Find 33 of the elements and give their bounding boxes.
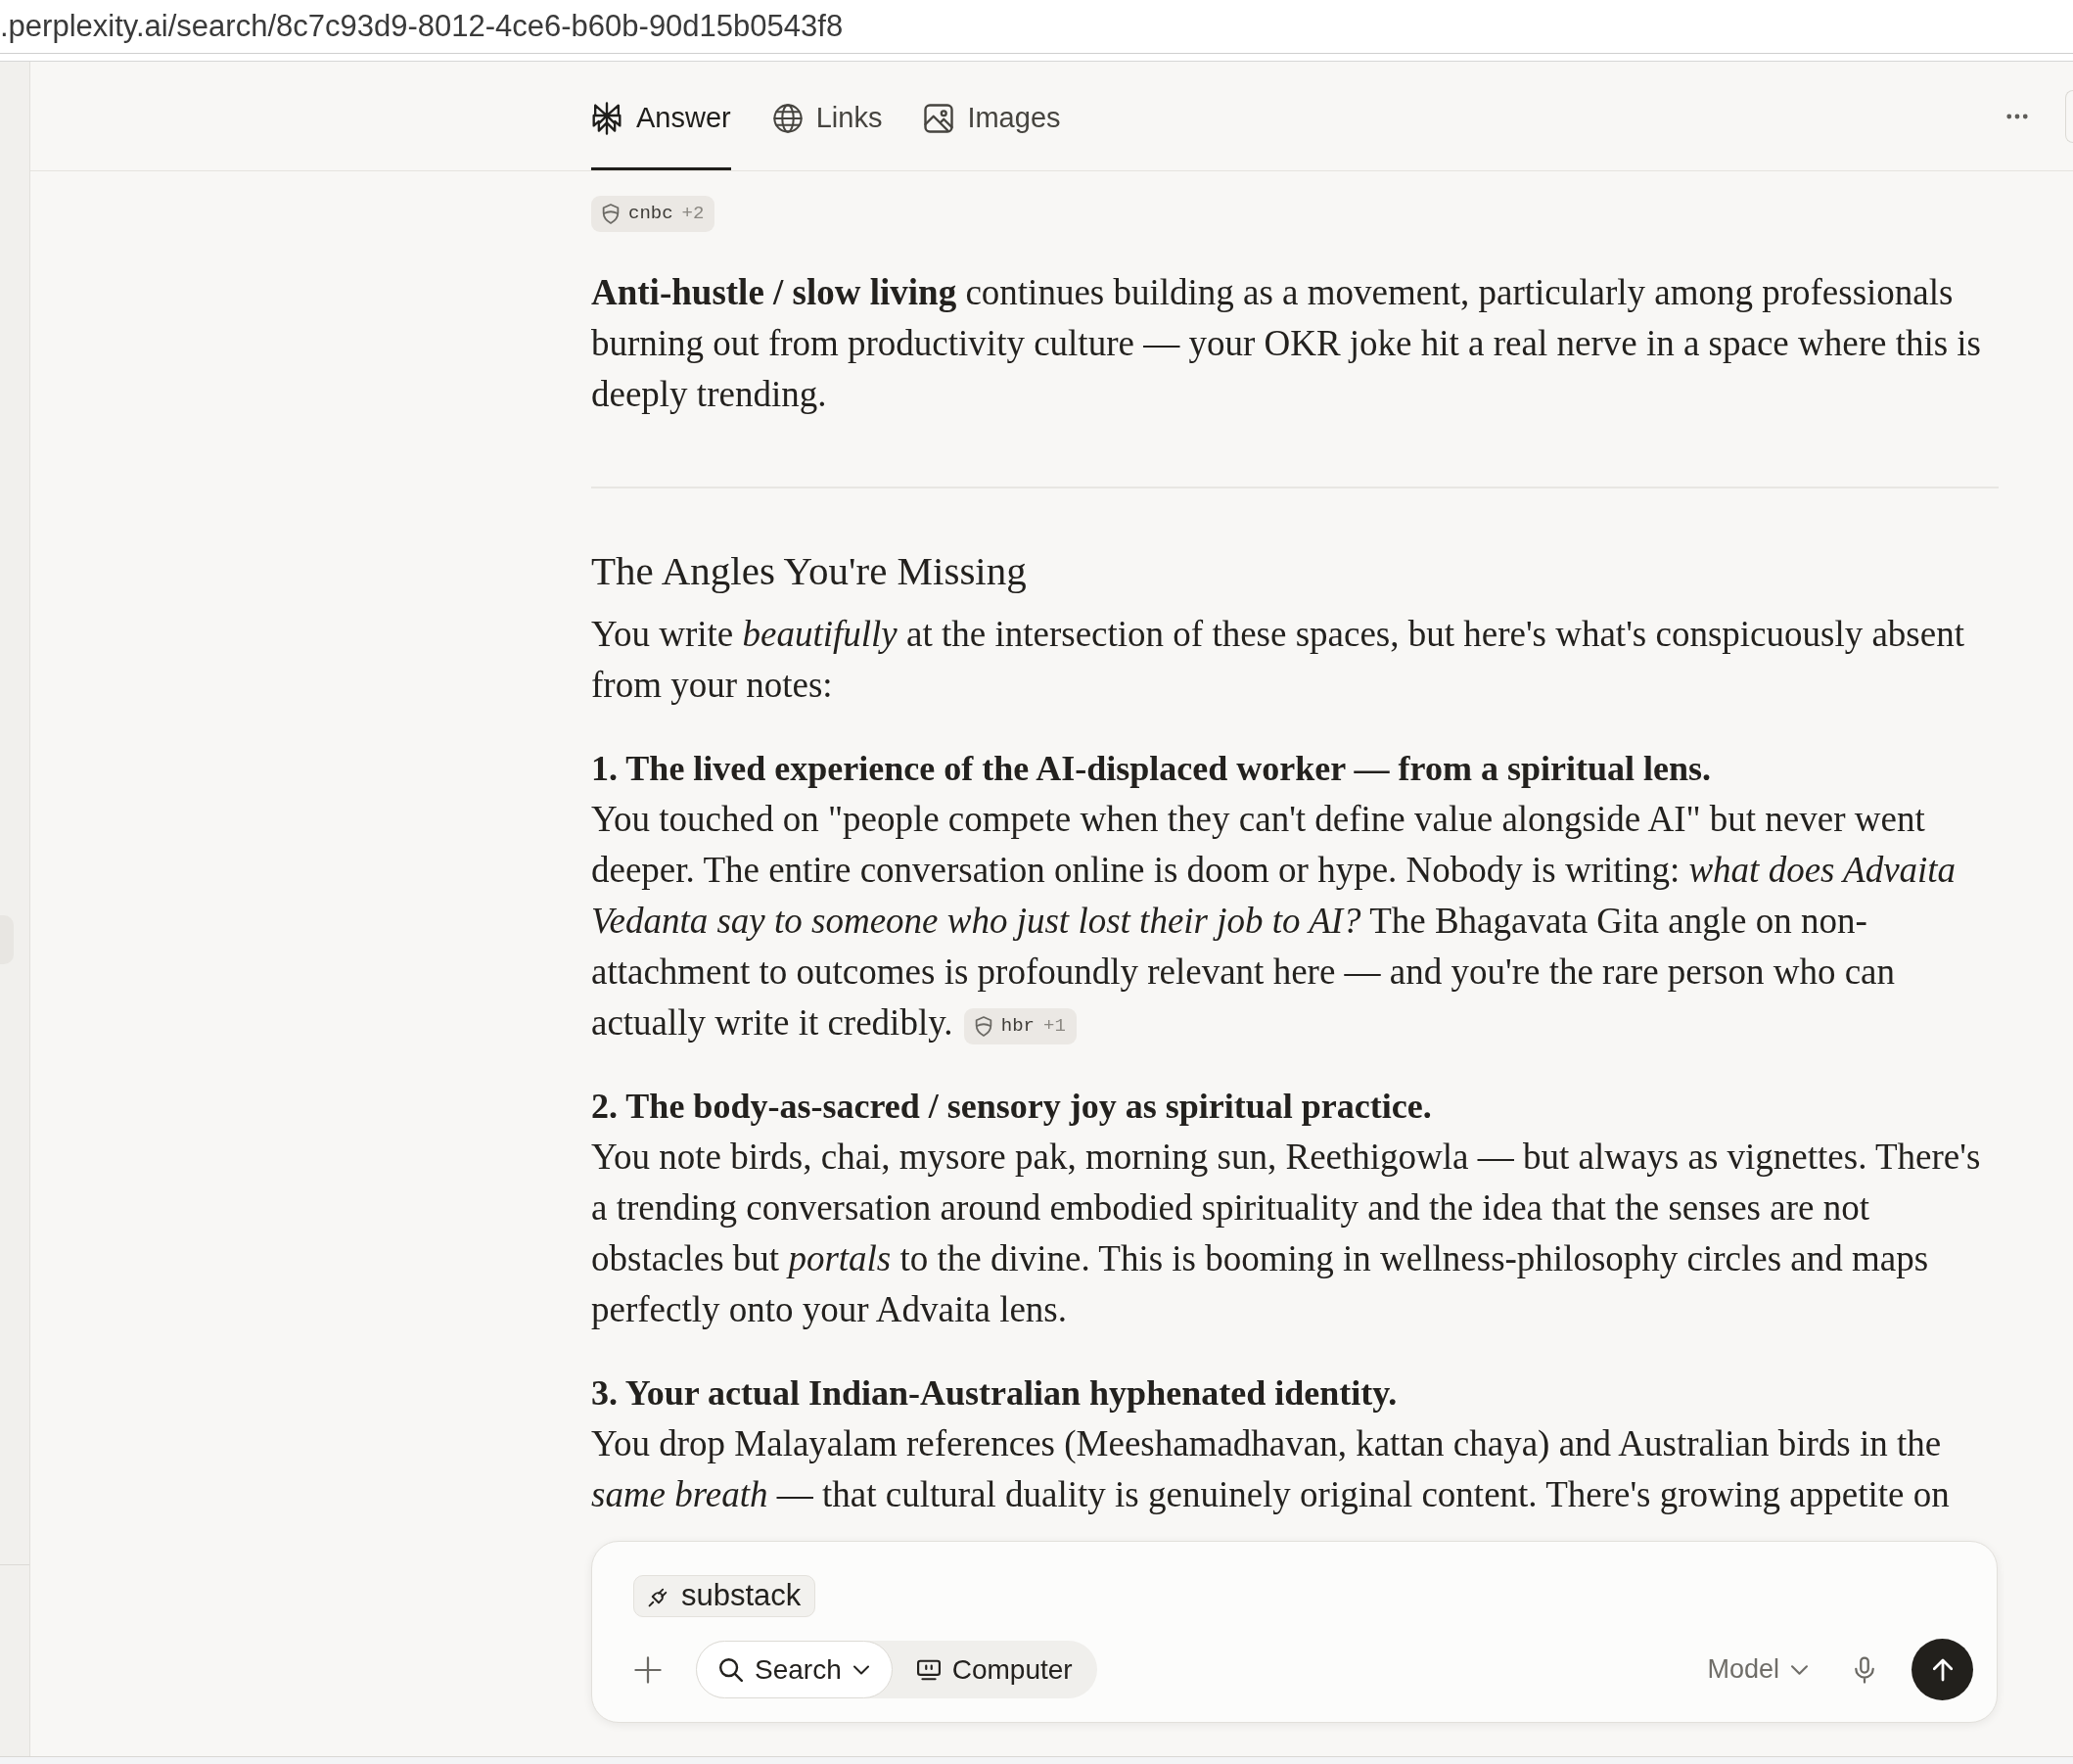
- mode-tab[interactable]: Search: [696, 1641, 893, 1698]
- item-title: 1. The lived experience of the AI-displaced worker — from a spiritual lens.: [591, 748, 1712, 790]
- tab[interactable]: Answer: [591, 62, 731, 170]
- item-title: 3. Your actual Indian-Australian hyphenated identity.: [591, 1372, 1399, 1415]
- shield-icon: [602, 204, 620, 224]
- chevron-down-icon: [1791, 1664, 1808, 1675]
- arrow-up-icon: [1932, 1657, 1953, 1682]
- item-title: 2. The body-as-sacred / sensory joy as spiritual practice.: [591, 1086, 1433, 1128]
- connector-chip[interactable]: substack: [633, 1575, 816, 1617]
- search-icon: [719, 1657, 743, 1682]
- globe-icon: [772, 104, 803, 133]
- citation-chip[interactable]: cnbc +2: [591, 196, 715, 232]
- microphone-icon: [1855, 1654, 1874, 1685]
- image-icon: [924, 104, 954, 133]
- plus-icon: [634, 1655, 662, 1684]
- section-heading: The Angles You're Missing: [591, 547, 1028, 595]
- model-selector[interactable]: Model: [1707, 1649, 1808, 1690]
- shield-icon: [974, 1016, 992, 1037]
- url-text: .perplexity.ai/search/8c7c93d9-8012-4ce6-b60b-90d15b0543f8: [0, 7, 844, 45]
- item-text: You note birds, chai, mysore pak, morning sun, Reethigowla — but always as vignettes. There's a trending conversation around embodied spirituality and the idea that the senses are not obstacles but portals to the divine. This is booming in wellness-philosophy circles and maps perfectly onto your Advaita lens.: [591, 1136, 1982, 1331]
- message-composer[interactable]: substack Search Computer Model: [591, 1541, 1998, 1723]
- paragraph: You write beautifully at the intersection of these spaces, but here's what's conspicuously absent from your notes:: [591, 613, 1965, 707]
- monitor-icon: [916, 1658, 941, 1681]
- paragraph: Anti-hustle / slow living continues building as a movement, particularly among professionals burning out from productivity culture — your OKR joke hit a real nerve in a space where this is deeply trending.: [591, 271, 1983, 416]
- item-text: You touched on "people compete when they can't define value alongside AI" but never went deeper. The entire conversation online is doom or hype. Nobody is writing: what does Advaita Vedanta say to someone who just lost their job to AI? The Bhagavata Gita angle on non-attachment to outcomes is profoundly relevant here — and you're the rare person who can actually write it credibly. hbr +1: [591, 794, 2001, 1048]
- citation-chip[interactable]: hbr +1: [963, 1008, 1077, 1044]
- item-text: You drop Malayalam references (Meeshamadhavan, kattan chaya) and Australian birds in the same breath — that cultural duality is genuinely original content. There's growing appetite on: [591, 1422, 1951, 1516]
- more-icon: [2006, 113, 2028, 119]
- tab[interactable]: Links: [772, 62, 883, 170]
- mode-tab[interactable]: Computer: [892, 1641, 1097, 1698]
- tab[interactable]: Images: [924, 62, 1061, 170]
- address-bar[interactable]: .perplexity.ai/search/8c7c93d9-8012-4ce6-b60b-90d15b0543f8: [0, 0, 2073, 62]
- asterisk-book-icon: [591, 102, 622, 135]
